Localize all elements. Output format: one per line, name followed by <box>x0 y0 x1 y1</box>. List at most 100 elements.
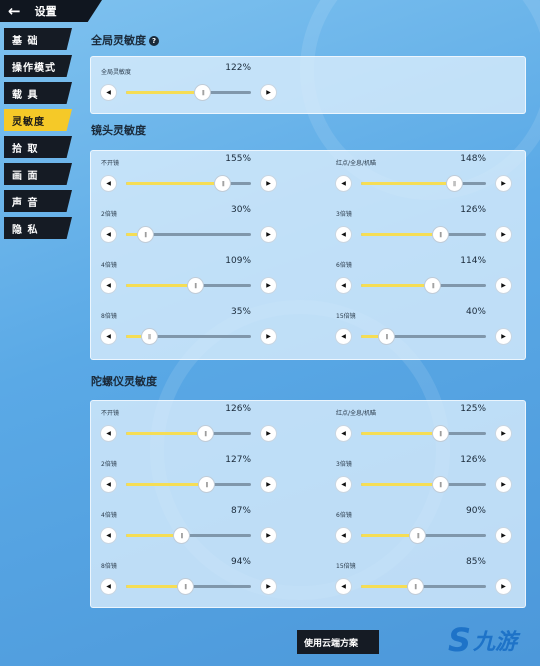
decrease-button[interactable]: ◀ <box>336 579 351 594</box>
slider-label: 8倍镜 <box>101 563 117 570</box>
slider-fill <box>361 182 454 185</box>
sidebar-item-graphics[interactable]: 画 面 <box>4 163 72 185</box>
slider-track[interactable]: ||| <box>361 579 486 594</box>
slider-thumb[interactable]: ||| <box>174 528 189 543</box>
slider-track[interactable]: ||| <box>126 85 251 100</box>
use-cloud-preset-button[interactable]: 使用云端方案 <box>297 630 379 654</box>
slider-thumb[interactable]: ||| <box>195 85 211 100</box>
slider-value: 94% <box>230 557 251 567</box>
sidebar-item-sound[interactable]: 声 音 <box>4 190 72 212</box>
slider-fill <box>361 585 415 588</box>
decrease-button[interactable]: ◀ <box>101 227 116 242</box>
increase-button[interactable]: ▶ <box>496 227 511 242</box>
slider-thumb[interactable]: ||| <box>425 278 441 293</box>
slider-label: 15倍镜 <box>336 313 356 320</box>
decrease-button[interactable]: ◀ <box>101 85 116 100</box>
slider-thumb[interactable]: ||| <box>446 176 462 191</box>
decrease-button[interactable]: ◀ <box>101 329 116 344</box>
slider-thumb[interactable]: ||| <box>410 528 426 543</box>
increase-button[interactable]: ▶ <box>261 477 276 492</box>
increase-button[interactable]: ▶ <box>496 278 511 293</box>
triangle-right-icon: ▶ <box>501 583 506 590</box>
sensitivity-slider: 8倍镜 35% ◀ ||| ▶ <box>101 307 276 353</box>
slider-value: 30% <box>230 205 251 215</box>
slider-track[interactable]: ||| <box>361 278 486 293</box>
increase-button[interactable]: ▶ <box>261 176 276 191</box>
increase-button[interactable]: ▶ <box>496 528 511 543</box>
decrease-button[interactable]: ◀ <box>101 278 116 293</box>
increase-button[interactable]: ▶ <box>261 579 276 594</box>
slider-track[interactable]: ||| <box>361 176 486 191</box>
slider-track[interactable]: ||| <box>361 227 486 242</box>
slider-track[interactable]: ||| <box>126 329 251 344</box>
slider-track[interactable]: ||| <box>361 477 486 492</box>
slider-thumb[interactable]: ||| <box>199 477 214 492</box>
increase-button[interactable]: ▶ <box>496 579 511 594</box>
increase-button[interactable]: ▶ <box>496 329 511 344</box>
arrow-left-icon[interactable]: ← <box>8 3 21 19</box>
decrease-button[interactable]: ◀ <box>336 477 351 492</box>
decrease-button[interactable]: ◀ <box>101 176 116 191</box>
increase-button[interactable]: ▶ <box>261 426 276 441</box>
increase-button[interactable]: ▶ <box>496 477 511 492</box>
slider-track[interactable]: ||| <box>361 528 486 543</box>
decrease-button[interactable]: ◀ <box>336 176 351 191</box>
global-sensitivity-panel: 全局灵敏度 122% ◀ ||| ▶ <box>90 56 526 114</box>
slider-thumb[interactable]: ||| <box>141 329 157 344</box>
increase-button[interactable]: ▶ <box>261 278 276 293</box>
increase-button[interactable]: ▶ <box>261 528 276 543</box>
slider-thumb[interactable]: ||| <box>177 579 193 594</box>
increase-button[interactable]: ▶ <box>496 176 511 191</box>
slider-track[interactable]: ||| <box>126 579 251 594</box>
slider-track[interactable]: ||| <box>126 477 251 492</box>
sensitivity-slider: 6倍镜 114% ◀ ||| ▶ <box>336 256 511 302</box>
question-circle-icon[interactable]: ? <box>149 36 159 46</box>
slider-track[interactable]: ||| <box>126 278 251 293</box>
slider-thumb[interactable]: ||| <box>197 426 213 441</box>
decrease-button[interactable]: ◀ <box>336 426 351 441</box>
sidebar-item-vehicle[interactable]: 载 具 <box>4 82 72 104</box>
slider-thumb[interactable]: ||| <box>215 176 231 191</box>
slider-thumb[interactable]: ||| <box>407 579 423 594</box>
slider-thumb[interactable]: ||| <box>137 227 153 242</box>
increase-button[interactable]: ▶ <box>261 329 276 344</box>
decrease-button[interactable]: ◀ <box>336 278 351 293</box>
slider-track[interactable]: ||| <box>126 426 251 441</box>
slider-label: 2倍镜 <box>101 211 117 218</box>
decrease-button[interactable]: ◀ <box>101 477 116 492</box>
watermark-text: 九游 <box>473 630 518 655</box>
decrease-button[interactable]: ◀ <box>101 528 116 543</box>
increase-button[interactable]: ▶ <box>261 85 276 100</box>
decrease-button[interactable]: ◀ <box>101 426 116 441</box>
decrease-button[interactable]: ◀ <box>336 528 351 543</box>
sidebar-item-control-mode[interactable]: 操作模式 <box>4 55 72 77</box>
slider-label: 全局灵敏度 <box>101 69 132 76</box>
sidebar-item-pickup[interactable]: 拾 取 <box>4 136 72 158</box>
slider-thumb[interactable]: ||| <box>432 227 448 242</box>
decrease-button[interactable]: ◀ <box>336 227 351 242</box>
slider-track[interactable]: ||| <box>126 528 251 543</box>
slider-track[interactable]: ||| <box>126 176 251 191</box>
increase-button[interactable]: ▶ <box>261 227 276 242</box>
decrease-button[interactable]: ◀ <box>101 579 116 594</box>
slider-thumb[interactable]: ||| <box>432 426 448 441</box>
sidebar-item-privacy[interactable]: 隐 私 <box>4 217 72 239</box>
decrease-button[interactable]: ◀ <box>336 329 351 344</box>
slider-thumb[interactable]: ||| <box>432 477 448 492</box>
slider-fill <box>361 534 418 537</box>
slider-label: 4倍镜 <box>101 512 117 519</box>
slider-track[interactable]: ||| <box>361 329 486 344</box>
slider-thumb[interactable]: ||| <box>379 329 394 344</box>
slider-value: 148% <box>460 154 486 164</box>
slider-label: 不开镜 <box>101 410 120 417</box>
triangle-left-icon: ◀ <box>106 430 111 437</box>
camera-sensitivity-panel: 不开镜 155% ◀ ||| ▶ 红点/全息/机瞄 148% ◀ ||| ▶ 2倍镜 30% ◀ ||| ▶… <box>90 150 526 360</box>
slider-track[interactable]: ||| <box>126 227 251 242</box>
slider-thumb[interactable]: ||| <box>187 278 203 293</box>
sidebar-item-sensitivity[interactable]: 灵敏度 <box>4 109 72 131</box>
slider-track[interactable]: ||| <box>361 426 486 441</box>
sensitivity-slider: 3倍镜 126% ◀ ||| ▶ <box>336 455 511 501</box>
increase-button[interactable]: ▶ <box>496 426 511 441</box>
slider-value: 87% <box>230 506 251 516</box>
sidebar-item-basic[interactable]: 基 础 <box>4 28 72 50</box>
